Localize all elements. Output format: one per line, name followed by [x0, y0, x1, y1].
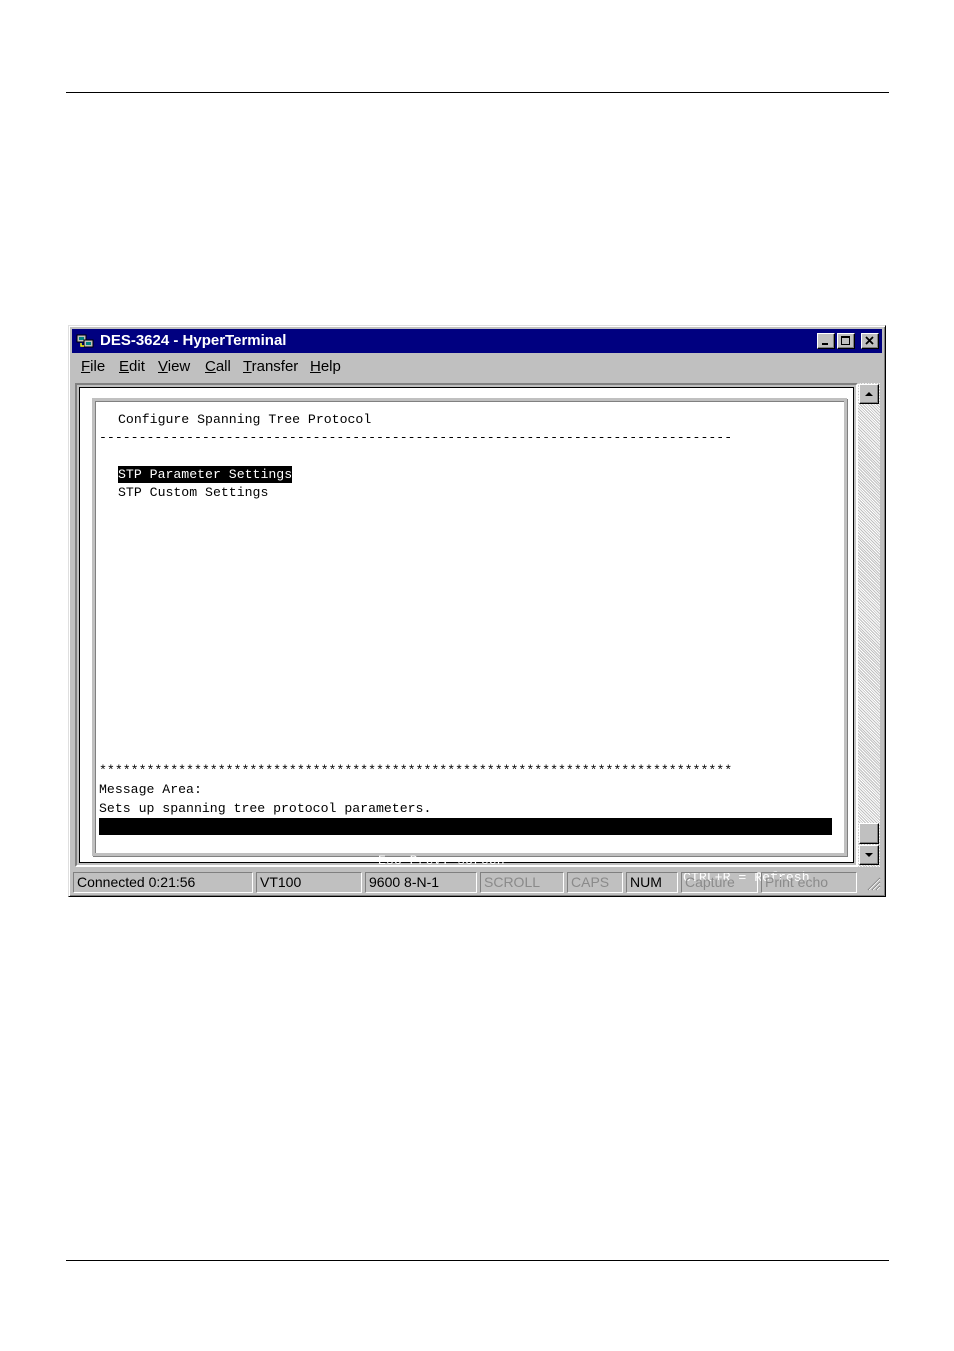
scroll-down-button[interactable] — [859, 845, 879, 865]
menu-edit[interactable]: Edit — [119, 358, 145, 375]
status-port-settings: 9600 8-N-1 — [365, 872, 477, 893]
status-connected: Connected 0:21:56 — [73, 872, 253, 893]
window-title: DES-3624 - HyperTerminal — [100, 332, 287, 349]
status-num: NUM — [626, 872, 678, 893]
minimize-icon — [822, 343, 828, 345]
terminal-frame: Configure Spanning Tree Protocol -------… — [75, 383, 858, 885]
maximize-icon — [841, 336, 850, 345]
heading-separator: ----------------------------------------… — [99, 430, 733, 445]
message-area-text: Sets up spanning tree protocol parameter… — [99, 801, 432, 816]
status-print-echo: Print echo — [761, 872, 857, 893]
arrow-up-icon — [865, 392, 873, 396]
menu-call[interactable]: Call — [205, 358, 231, 375]
arrow-down-icon — [865, 853, 873, 857]
resize-grip-icon[interactable] — [865, 875, 881, 891]
title-bar[interactable]: DES-3624 - HyperTerminal — [72, 329, 882, 353]
hyperterminal-window: DES-3624 - HyperTerminal File Edit View … — [68, 325, 886, 897]
menu-help[interactable]: Help — [310, 358, 341, 375]
message-area-label: Message Area: — [99, 782, 202, 797]
screen-heading: Configure Spanning Tree Protocol — [118, 412, 372, 427]
close-icon — [865, 336, 874, 345]
hyperterminal-icon — [76, 334, 94, 348]
menu-view[interactable]: View — [158, 358, 190, 375]
footer-prev-screen: Esc=Prev. screen — [378, 853, 505, 868]
footer-root-screen: CTRL+T=Root screen — [100, 836, 243, 851]
status-capture: Capture — [681, 872, 758, 893]
page-rule-bottom — [66, 1260, 889, 1261]
menu-transfer[interactable]: Transfer — [243, 358, 298, 375]
scroll-up-button[interactable] — [859, 384, 879, 404]
menu-file[interactable]: File — [81, 358, 105, 375]
scroll-thumb[interactable] — [859, 823, 879, 844]
status-scroll: SCROLL — [480, 872, 564, 893]
menu-option-stp-custom-settings[interactable]: STP Custom Settings — [118, 484, 268, 501]
message-divider: ****************************************… — [99, 763, 733, 778]
menu-option-stp-parameter-settings[interactable]: STP Parameter Settings — [118, 466, 293, 483]
status-caps: CAPS — [567, 872, 623, 893]
maximize-button[interactable] — [837, 333, 855, 349]
page-rule-top — [66, 92, 889, 93]
footer-bar: CTRL+T=Root screen Esc=Prev. screen CTRL… — [99, 818, 832, 885]
minimize-button[interactable] — [817, 333, 835, 349]
status-bar: Connected 0:21:56 VT100 9600 8-N-1 SCROL… — [73, 872, 883, 894]
status-emulation: VT100 — [256, 872, 362, 893]
terminal-screen[interactable]: Configure Spanning Tree Protocol -------… — [79, 387, 854, 885]
vertical-scrollbar[interactable] — [858, 383, 880, 867]
close-button[interactable] — [861, 333, 879, 349]
